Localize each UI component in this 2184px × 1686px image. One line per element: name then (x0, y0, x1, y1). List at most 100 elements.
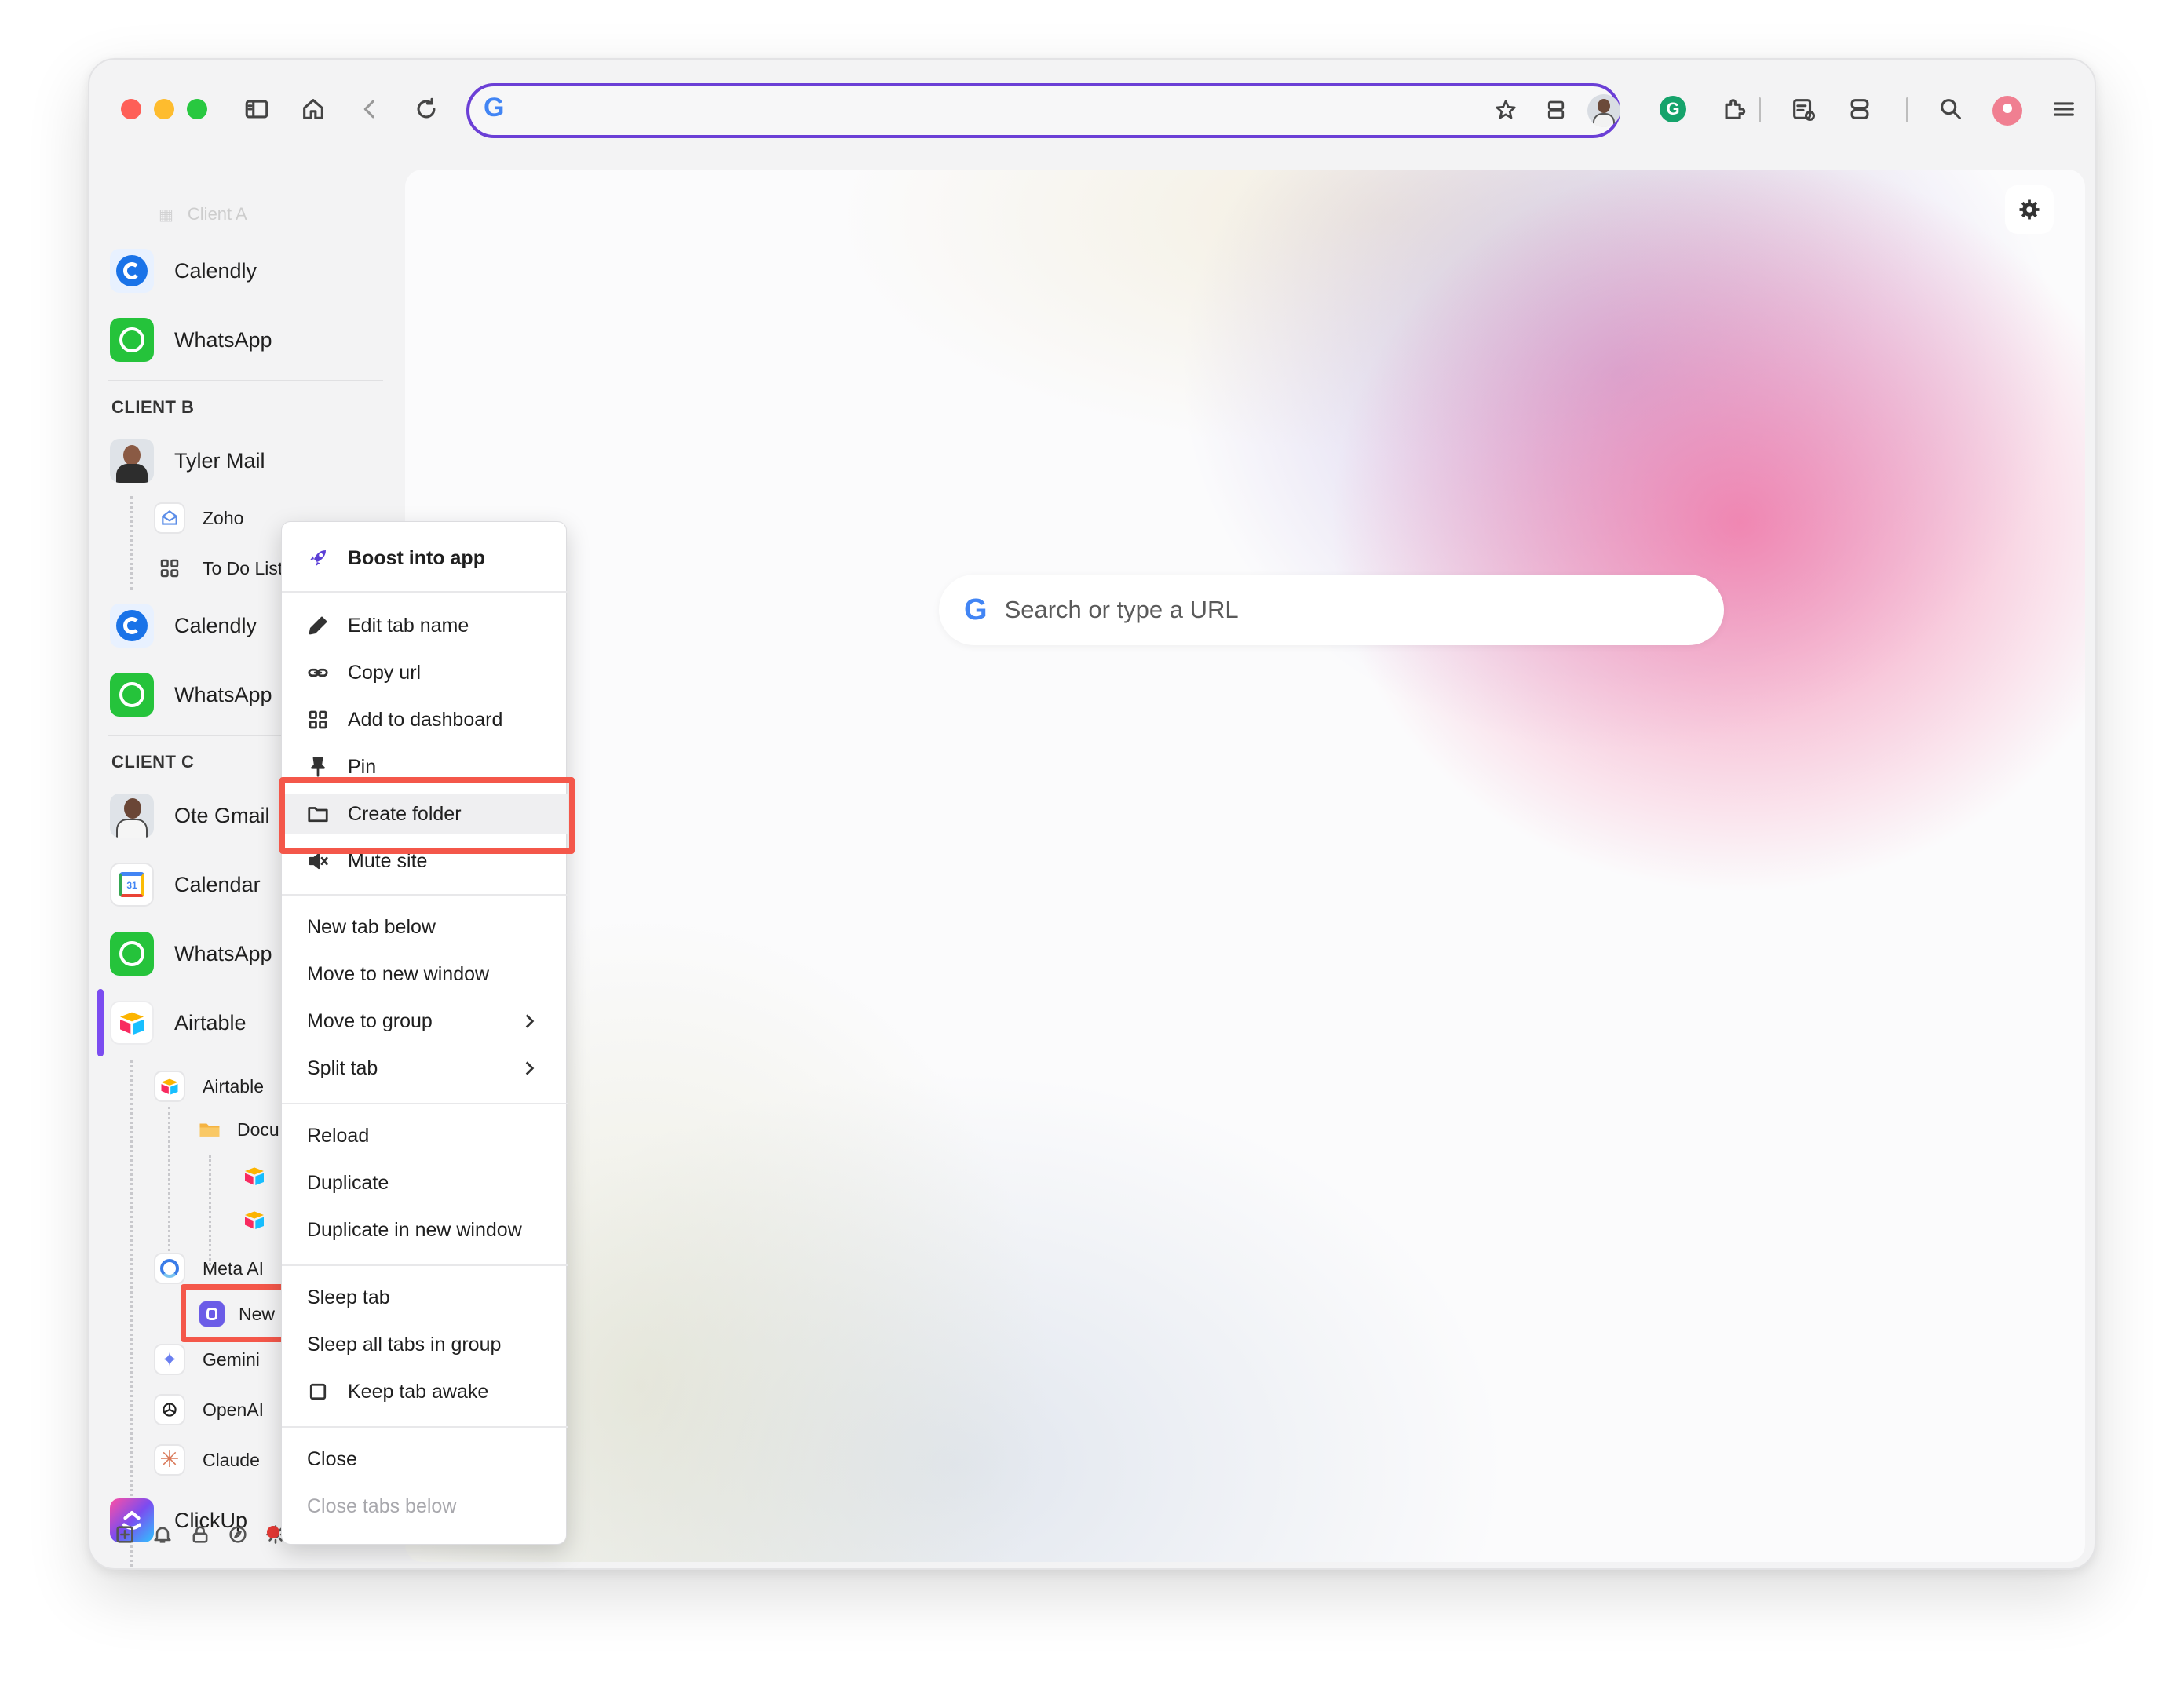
menu-item-keep-tab-awake[interactable]: Keep tab awake (282, 1371, 568, 1412)
extensions-icon[interactable] (1716, 91, 1752, 127)
add-icon[interactable] (113, 1523, 137, 1546)
openai-icon (154, 1394, 185, 1425)
sidebar-item-tyler-mail[interactable]: Tyler Mail (110, 432, 265, 490)
bell-icon[interactable] (151, 1523, 174, 1546)
sidebar-toggle-icon[interactable] (239, 91, 275, 127)
notification-dot (267, 1526, 279, 1538)
google-calendar-icon: 31 (110, 863, 154, 907)
sidebar-item-airtable-doc[interactable] (242, 1163, 267, 1188)
sidebar-item-airtable-sub[interactable]: Airtable (154, 1071, 264, 1102)
sidebar-item-client-a[interactable]: ▦ Client A (159, 204, 247, 224)
sidebar-item-calendly[interactable]: Calendly (110, 597, 257, 655)
sidebar-item-label: Gemini (203, 1348, 260, 1370)
sidebar-item-airtable-doc[interactable] (242, 1207, 267, 1232)
rocket-icon (304, 546, 332, 570)
highlight-box-create-folder (279, 777, 575, 854)
checkbox[interactable] (304, 1380, 332, 1403)
sidebar-item-calendar[interactable]: 31 Calendar (110, 856, 261, 914)
sidebar-item-whatsapp[interactable]: WhatsApp (110, 925, 272, 983)
menu-item-duplicate[interactable]: Duplicate (282, 1162, 568, 1203)
chevron-right-icon (519, 1011, 539, 1031)
menu-item-move-to-group[interactable]: Move to group (282, 1001, 568, 1042)
menu-item-new-tab-below[interactable]: New tab below (282, 907, 568, 947)
menu-item-label: Split tab (307, 1056, 378, 1079)
menu-separator (282, 591, 568, 593)
menu-item-label: Duplicate (307, 1171, 389, 1194)
back-icon[interactable] (352, 91, 388, 127)
sidebar-bottom-bar (113, 1523, 287, 1546)
claude-icon: ✳ (154, 1444, 185, 1476)
menu-item-reload[interactable]: Reload (282, 1115, 568, 1156)
menu-item-sleep-all-tabs[interactable]: Sleep all tabs in group (282, 1324, 568, 1365)
menu-item-close[interactable]: Close (282, 1439, 568, 1480)
sidebar-item-label: Zoho (203, 507, 244, 528)
split-view-icon[interactable] (1540, 94, 1572, 126)
profile-avatar[interactable] (1587, 94, 1620, 127)
sidebar-item-whatsapp[interactable]: WhatsApp (110, 666, 272, 724)
search-box[interactable]: G (939, 575, 1724, 645)
compass-icon[interactable] (226, 1523, 250, 1546)
address-bar[interactable]: G (466, 83, 1620, 138)
menu-item-split-tab[interactable]: Split tab (282, 1048, 568, 1089)
highlight-box-new-tab (181, 1284, 294, 1342)
sidebar-item-openai[interactable]: OpenAI (154, 1394, 264, 1425)
sidebar-item-label: Meta AI (203, 1257, 264, 1279)
minimize-window-button[interactable] (154, 99, 174, 119)
sidebar-item-label: WhatsApp (174, 327, 272, 352)
star-icon[interactable] (1490, 94, 1521, 126)
menu-item-label: Pin (348, 755, 377, 778)
reload-icon[interactable] (408, 91, 444, 127)
airtable-icon (245, 1167, 264, 1185)
menu-item-move-to-new-window[interactable]: Move to new window (282, 954, 568, 994)
toolbar-separator (1906, 97, 1908, 122)
sidebar-item-todo-list[interactable]: To Do List (154, 553, 283, 584)
sidebar-item-meta-ai[interactable]: Meta AI (154, 1253, 264, 1284)
home-icon[interactable] (295, 91, 331, 127)
menu-item-duplicate-in-new-window[interactable]: Duplicate in new window (282, 1210, 568, 1250)
sidebar-item-label: Calendar (174, 872, 261, 896)
sidebar-item-claude[interactable]: ✳ Claude (154, 1444, 260, 1476)
maximize-window-button[interactable] (187, 99, 207, 119)
sidebar-item-airtable[interactable]: Airtable (110, 994, 247, 1052)
menu-item-copy-url[interactable]: Copy url (282, 652, 568, 693)
menu-item-boost-into-app[interactable]: Boost into app (282, 538, 568, 578)
sidebar-item-zoho[interactable]: Zoho (154, 502, 243, 534)
url-input[interactable] (524, 94, 1466, 127)
menu-item-sleep-tab[interactable]: Sleep tab (282, 1277, 568, 1318)
close-window-button[interactable] (121, 99, 141, 119)
menu-item-label: Sleep all tabs in group (307, 1333, 502, 1356)
menu-separator (282, 1426, 568, 1428)
menu-item-label: Boost into app (348, 546, 485, 569)
sidebar-item-ote-gmail[interactable]: Ote Gmail (110, 786, 270, 845)
search-input[interactable] (1004, 596, 1680, 624)
grammarly-icon[interactable]: G (1660, 96, 1686, 122)
avatar (110, 794, 154, 838)
section-divider (108, 380, 383, 381)
whatsapp-icon (110, 673, 154, 717)
sidebar-folder-docu[interactable]: Docu (196, 1118, 279, 1141)
tab-manager-icon[interactable] (1842, 91, 1878, 127)
menu-item-edit-tab-name[interactable]: Edit tab name (282, 605, 568, 646)
menu-item-add-to-dashboard[interactable]: Add to dashboard (282, 699, 568, 740)
apps-grid-icon: ▦ (159, 206, 173, 224)
apps-grid-icon (154, 553, 185, 584)
sidebar-item-gemini[interactable]: ✦ Gemini (154, 1344, 260, 1375)
menu-item-label: Add to dashboard (348, 708, 503, 731)
sidebar-item-calendly[interactable]: Calendly (110, 242, 257, 300)
section-heading-client-c: CLIENT C (111, 752, 195, 772)
sidebar-item-whatsapp[interactable]: WhatsApp (110, 311, 272, 369)
meta-ai-icon (154, 1253, 185, 1284)
lock-icon[interactable] (188, 1523, 212, 1546)
context-menu: Boost into app Edit tab name Copy url Ad… (281, 521, 568, 1545)
sidebar-item-label: Calendly (174, 613, 257, 637)
reading-list-icon[interactable] (1785, 91, 1821, 127)
pencil-icon (304, 614, 332, 637)
menu-icon[interactable] (2046, 91, 2082, 127)
account-icon[interactable] (1992, 96, 2022, 126)
sidebar-item-label: Ote Gmail (174, 803, 270, 827)
mail-envelope-icon (154, 502, 185, 534)
sidebar-item-label: WhatsApp (174, 682, 272, 706)
search-icon[interactable] (1933, 91, 1969, 127)
new-tab-page: G (405, 170, 2085, 1562)
settings-gear-icon[interactable] (2005, 185, 2054, 234)
